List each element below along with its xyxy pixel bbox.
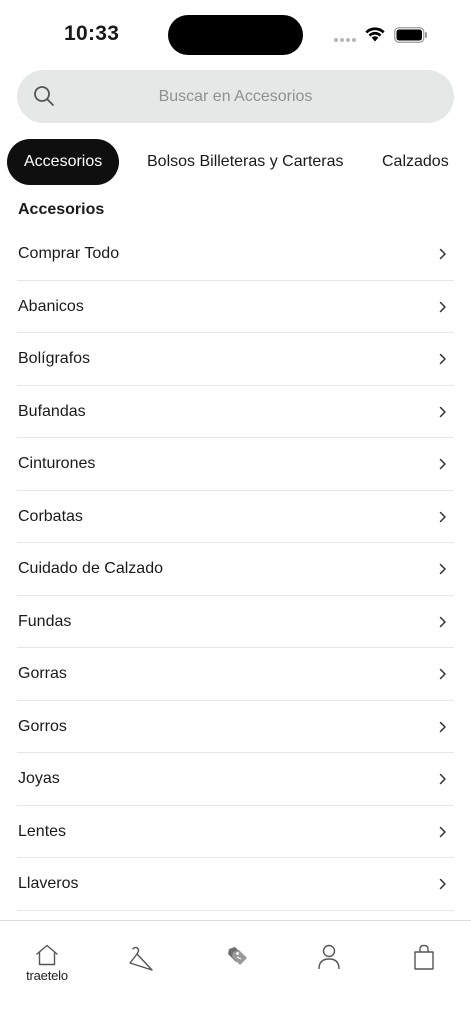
list-item-label: Joyas <box>18 770 60 787</box>
list-item[interactable]: Bolígrafos <box>17 333 454 386</box>
list-item-label: Cinturones <box>18 455 96 472</box>
chevron-right-icon <box>439 721 446 732</box>
list-item[interactable]: Cinturones <box>17 438 454 491</box>
status-time: 10:33 <box>64 22 120 45</box>
chevron-right-icon <box>439 406 446 417</box>
chevron-right-icon <box>439 616 446 627</box>
tab-accesorios[interactable]: Accesorios <box>7 139 120 185</box>
cellular-signal-icon <box>334 38 356 42</box>
list-item[interactable]: Fundas <box>17 596 454 648</box>
list-item-label: Fundas <box>18 612 72 630</box>
list-item[interactable]: Joyas <box>17 753 454 806</box>
category-tabs: Accesorios Bolsos Billeteras y Carteras … <box>7 139 471 185</box>
list-item-label: Llaveros <box>18 875 79 892</box>
list-item[interactable]: Lentes <box>17 806 454 858</box>
hanger-icon <box>129 946 153 971</box>
tab-bar-offers[interactable] <box>211 943 261 993</box>
tab-bar-catalog[interactable] <box>117 943 167 993</box>
tab-bolsos-billeteras-carteras[interactable]: Bolsos Billeteras y Carteras <box>147 139 344 185</box>
list-item[interactable]: Gorras <box>17 648 454 701</box>
tab-calzados[interactable]: Calzados <box>382 139 449 185</box>
status-bar: 10:33 <box>0 0 471 66</box>
chevron-right-icon <box>439 301 446 312</box>
section-title: Accesorios <box>18 201 105 218</box>
home-icon <box>36 944 58 966</box>
list-item-label: Bolígrafos <box>18 350 91 367</box>
chevron-right-icon <box>439 773 446 785</box>
list-item[interactable]: Comprar Todo <box>17 228 454 281</box>
list-item[interactable]: Llaveros <box>17 858 454 911</box>
chevron-right-icon <box>439 878 446 890</box>
tags-icon <box>228 947 247 965</box>
shopping-bag-icon <box>414 944 434 970</box>
list-item-label: Gorras <box>18 665 67 682</box>
battery-icon <box>394 27 427 43</box>
search-input[interactable]: Buscar en Accesorios <box>17 70 454 123</box>
list-item[interactable]: Cuidado de Calzado <box>17 543 454 596</box>
tab-bar-cart[interactable] <box>399 943 449 993</box>
list-item[interactable]: Gorros <box>17 701 454 753</box>
tab-bar-home[interactable]: traetelo <box>22 943 72 993</box>
category-list: Comprar Todo Abanicos Bolígrafos Bufandas Ci… <box>17 228 454 911</box>
chevron-right-icon <box>439 826 446 837</box>
chevron-right-icon <box>439 511 446 522</box>
wifi-icon <box>365 27 385 42</box>
list-item-label: Lentes <box>18 822 67 840</box>
chevron-right-icon <box>439 353 446 365</box>
list-item[interactable]: Bufandas <box>17 386 454 438</box>
chevron-right-icon <box>439 458 446 470</box>
list-item-label: Cuidado de Calzado <box>18 560 163 577</box>
chevron-right-icon <box>439 563 446 575</box>
dynamic-island <box>168 15 303 55</box>
list-item-label: Bufandas <box>18 402 86 420</box>
bottom-tab-bar: traetelo <box>0 920 471 1024</box>
chevron-right-icon <box>439 668 446 680</box>
search-placeholder: Buscar en Accesorios <box>158 88 313 105</box>
list-item[interactable]: Abanicos <box>17 281 454 333</box>
person-icon <box>318 944 340 970</box>
brand-logo: traetelo <box>26 968 68 983</box>
list-item-label: Comprar Todo <box>18 245 120 262</box>
list-item-label: Corbatas <box>18 507 83 525</box>
list-item-label: Abanicos <box>18 297 84 315</box>
list-item[interactable]: Corbatas <box>17 491 454 543</box>
tab-bar-profile[interactable] <box>304 943 354 993</box>
chevron-right-icon <box>439 248 446 260</box>
list-item-label: Gorros <box>18 717 67 735</box>
